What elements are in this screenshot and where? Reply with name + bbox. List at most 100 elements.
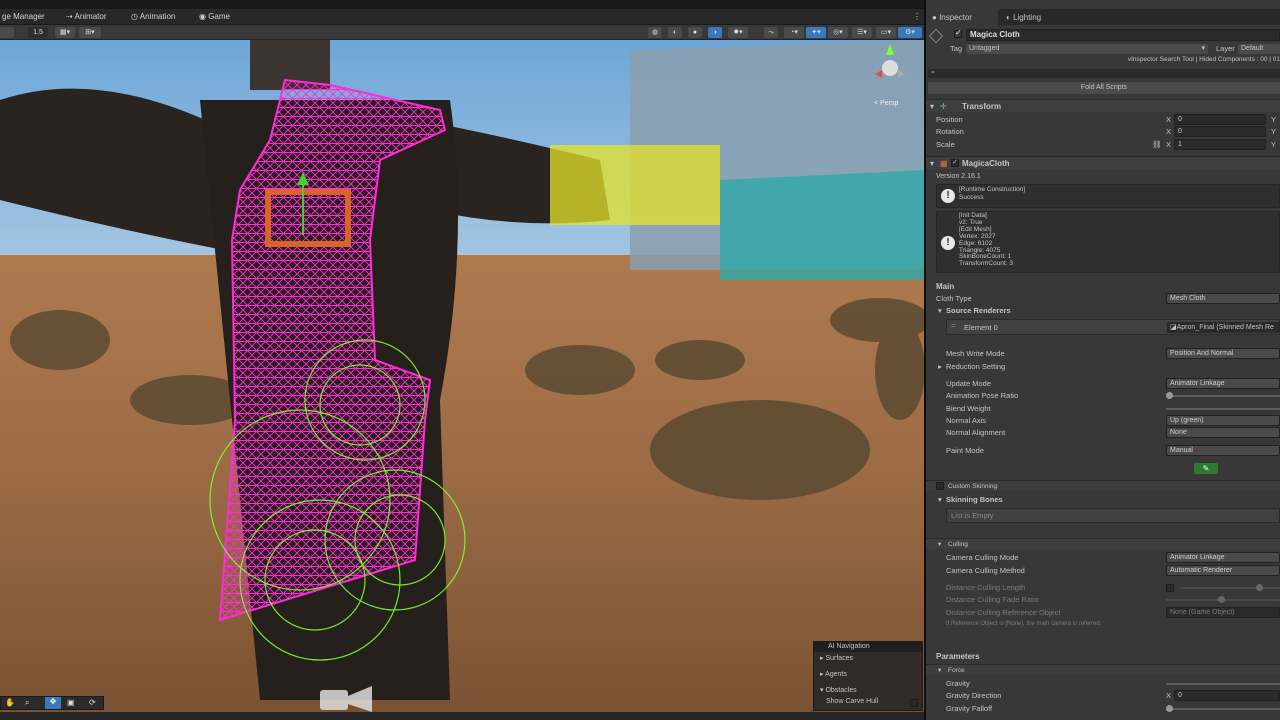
camera-culling-mode-dropdown[interactable]: Animator Linkage	[1166, 552, 1280, 563]
tab-animator[interactable]: ⇢ Animator	[66, 12, 107, 21]
transform-header[interactable]: ▾ ✛ Transform	[926, 99, 1280, 112]
draw-mode-dropdown[interactable]	[0, 27, 14, 38]
search-icon[interactable]: ⌕	[25, 698, 29, 708]
tab-game[interactable]: ◉ Game	[199, 12, 230, 21]
object-name-field[interactable]: Magica Cloth	[966, 29, 1280, 41]
update-mode-dropdown[interactable]: Animator Linkage	[1166, 378, 1280, 389]
scene-visibility-icon[interactable]: ◎▾	[828, 27, 848, 38]
gravity-direction-x-field[interactable]: 0	[1174, 690, 1280, 701]
slider-knob[interactable]	[1166, 392, 1173, 399]
tag-label: Tag	[950, 44, 963, 53]
rotation-x-field[interactable]: 0	[1174, 126, 1266, 137]
nav-obstacles[interactable]: ▾ Obstacles	[820, 686, 857, 694]
scene-viewport[interactable]: < Persp ✋ ⌕ ✥ ▣ ⟳ AI Navigation ▸ Surfac…	[0, 40, 925, 712]
move-tool-icon[interactable]: ✥	[45, 697, 61, 709]
gizmos-toggle-icon[interactable]: ✦▾	[806, 27, 826, 38]
reference-note: If Reference Object is [None], the main …	[946, 621, 1102, 627]
mesh-write-mode-dropdown[interactable]: Position And Normal	[1166, 348, 1280, 359]
gravity-slider[interactable]	[1166, 683, 1280, 685]
fold-all-scripts-button[interactable]: Fold All Scripts	[928, 82, 1280, 94]
force-header[interactable]: ▾ Force	[926, 664, 1280, 675]
overlay-toggle-icon[interactable]: ▭▾	[876, 27, 896, 38]
zoom-field[interactable]: 1.5	[28, 27, 48, 38]
custom-skinning-checkbox[interactable]	[936, 482, 944, 490]
custom-skinning-header[interactable]: Custom Skinning	[926, 480, 1280, 491]
culling-header[interactable]: ▾ Culling	[926, 538, 1280, 549]
layer-dropdown[interactable]: Default	[1238, 44, 1280, 54]
paint-mode-dropdown[interactable]: Manual	[1166, 445, 1280, 456]
component-search-field[interactable]: ⌕	[928, 69, 1280, 78]
component-enabled-checkbox[interactable]: ✓	[951, 159, 959, 167]
shading-wire-icon[interactable]: ◐	[668, 27, 682, 38]
tab-inspector[interactable]: ● Inspector	[926, 9, 998, 25]
rect-tool-icon[interactable]: ▣	[67, 698, 75, 707]
ai-navigation-title[interactable]: AI Navigation	[814, 642, 922, 652]
active-checkbox[interactable]: ✓	[954, 28, 962, 38]
audio-mute-icon[interactable]: ⤳	[764, 27, 778, 38]
pencil-icon: ✎	[1202, 464, 1210, 473]
source-renderers-row[interactable]: ▾ Source Renderers	[926, 305, 1280, 317]
globe-icon[interactable]: ◍	[648, 27, 662, 38]
search-icon: ⌕	[931, 69, 935, 76]
show-carve-hull-checkbox[interactable]	[910, 699, 918, 707]
grid-snap-button[interactable]: ▦▾	[55, 27, 75, 38]
custom-tool-icon[interactable]: ⟳	[89, 698, 96, 707]
scale-label: Scale	[936, 140, 955, 149]
slider-knob[interactable]	[1166, 705, 1173, 712]
shading-shaded-icon[interactable]: ●	[688, 27, 702, 38]
fx-dropdown-icon[interactable]: ◔▾	[784, 27, 804, 38]
magicacloth-header[interactable]: ▾ ▦ ✓ MagicaCloth	[926, 156, 1280, 169]
increment-snap-button[interactable]: ⊞▾	[79, 27, 101, 38]
camera-settings-icon[interactable]: ☰▾	[852, 27, 872, 38]
normal-alignment-dropdown[interactable]: None	[1166, 427, 1280, 438]
blend-weight-label: Blend Weight	[946, 404, 991, 413]
gravity-falloff-row: Gravity Falloff	[926, 703, 1280, 715]
lighting-toggle-icon[interactable]: ✹▾	[728, 27, 748, 38]
y-axis-label: Y	[1271, 140, 1277, 149]
slider-knob[interactable]	[1256, 584, 1263, 591]
distance-culling-fade-slider[interactable]	[1166, 596, 1280, 603]
chevron-down-icon: ▾	[938, 667, 942, 674]
tab-stage-manager[interactable]: ge Manager	[2, 12, 45, 21]
bulb-icon: ◐	[1006, 13, 1014, 22]
position-x-field[interactable]: 0	[1174, 114, 1266, 125]
position-row: Position X 0 Y	[926, 114, 1280, 126]
y-axis-label: Y	[1271, 127, 1277, 136]
camera-culling-method-dropdown[interactable]: Automatic Renderer	[1166, 565, 1280, 576]
gizmo-menu-icon[interactable]: ⚙▾	[898, 27, 922, 38]
tag-dropdown[interactable]: Untagged ▾	[966, 44, 1208, 54]
ai-navigation-overlay: AI Navigation ▸ Surfaces ▸ Agents ▾ Obst…	[813, 641, 923, 711]
normal-axis-dropdown[interactable]: Up (green)	[1166, 415, 1280, 426]
animation-clock-icon: ◷	[131, 12, 140, 21]
distance-culling-fade-row: Distance Culling Fade Ratio	[926, 594, 1280, 606]
inspector-tab-bar: ● Inspector ◐ Lighting	[926, 9, 1280, 25]
tabs-menu-button[interactable]: ⋮	[913, 12, 921, 21]
element-0-label: Element 0	[964, 323, 998, 332]
distance-culling-checkbox[interactable]	[1166, 584, 1174, 592]
drag-handle-icon[interactable]: =	[951, 321, 956, 330]
blend-weight-slider[interactable]	[1166, 408, 1280, 410]
paint-edit-button[interactable]: ✎	[1194, 463, 1218, 474]
distance-culling-length-slider[interactable]	[1180, 584, 1280, 591]
tab-animation[interactable]: ◷ Animation	[131, 12, 175, 21]
view-tool-icon[interactable]: ✋	[5, 698, 15, 707]
reduction-setting-row[interactable]: ▸ Reduction Setting	[926, 361, 1280, 373]
element-0-object-field[interactable]: ◪Apron_Final (Skinned Mesh Re	[1167, 322, 1280, 333]
tab-lighting[interactable]: ◐ Lighting	[1006, 13, 1041, 22]
nav-surfaces[interactable]: ▸ Surfaces	[820, 654, 853, 662]
scale-x-field[interactable]: 1	[1174, 139, 1266, 150]
transform-title: Transform	[962, 102, 1002, 111]
distance-culling-ref-label: Distance Culling Reference Object	[946, 608, 1061, 617]
slider-knob[interactable]	[1218, 596, 1225, 603]
scale-row: Scale ⛓ X 1 Y	[926, 139, 1280, 151]
gravity-falloff-slider[interactable]	[1166, 705, 1280, 712]
animation-pose-ratio-slider[interactable]	[1166, 392, 1280, 399]
gravity-row: Gravity	[926, 678, 1280, 690]
cloth-type-dropdown[interactable]: Mesh Cloth	[1166, 293, 1280, 304]
link-icon[interactable]: ⛓	[1152, 139, 1162, 151]
distance-culling-ref-field[interactable]: None (Game Object)	[1166, 607, 1280, 618]
chevron-down-icon: ▾	[938, 541, 942, 548]
skinning-bones-row[interactable]: ▾ Skinning Bones	[926, 494, 1280, 506]
nav-agents[interactable]: ▸ Agents	[820, 670, 847, 678]
shading-active-icon[interactable]: ◑	[708, 27, 722, 38]
